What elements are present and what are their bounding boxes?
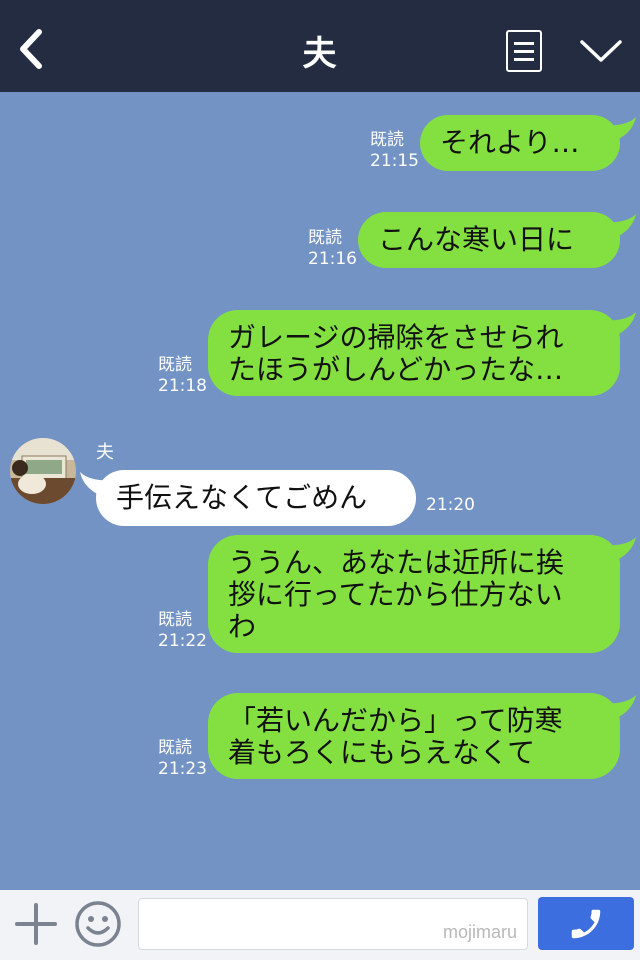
bubble-tail [80, 472, 114, 498]
my-message-bubble[interactable]: ガレージの掃除をさせられ たほうがしんどかったな… [208, 310, 636, 396]
message-input[interactable]: mojimaru [138, 898, 528, 950]
plus-icon [15, 903, 57, 945]
read-receipt: 既読 [370, 130, 404, 150]
add-button[interactable] [14, 902, 58, 946]
avatar[interactable] [10, 438, 76, 504]
message-time: 21:16 [308, 249, 357, 269]
message-time: 21:22 [158, 631, 207, 651]
my-message-bubble[interactable]: それより… [420, 115, 636, 171]
message-text: それより… [440, 126, 580, 159]
message-meta: 既読 21:23 [158, 738, 207, 780]
my-message-bubble[interactable]: 「若いんだから」って防寒 着もろくにもらえなくて [208, 693, 636, 779]
my-message-bubble[interactable]: ううん、あなたは近所に挨 拶に行ってたから仕方ない わ [208, 535, 636, 653]
menu-line [514, 50, 534, 53]
message-text: たほうがしんどかったな… [228, 353, 564, 386]
message-text: こんな寒い日に [378, 223, 575, 256]
menu-line [514, 58, 534, 61]
bubble-tail [602, 117, 636, 143]
message-time: 21:23 [158, 759, 207, 779]
message-text: ううん、あなたは近所に挨 [228, 546, 565, 579]
message-text: 手伝えなくてごめん [116, 481, 368, 514]
phone-icon [571, 909, 601, 938]
my-message-bubble[interactable]: こんな寒い日に [358, 212, 636, 268]
smiley-icon [75, 901, 121, 947]
bubble-tail [602, 537, 636, 563]
read-receipt: 既読 [158, 738, 192, 758]
bubble-tail [602, 312, 636, 338]
message-text: 「若いんだから」って防寒 [228, 704, 563, 737]
read-receipt: 既読 [158, 610, 192, 630]
their-message-bubble[interactable]: 手伝えなくてごめん [80, 470, 416, 526]
bubble-tail [602, 695, 636, 721]
message-meta: 既読 21:15 [370, 130, 419, 172]
menu-button[interactable] [506, 30, 542, 72]
message-time: 21:18 [158, 376, 207, 396]
emoji-button[interactable] [74, 900, 122, 948]
call-button[interactable] [538, 897, 634, 950]
chat-title: 夫 [302, 34, 338, 74]
sender-name: 夫 [96, 442, 114, 463]
message-time: 21:20 [426, 495, 475, 515]
message-time: 21:15 [370, 151, 419, 171]
message-meta: 既読 21:16 [308, 228, 357, 270]
read-receipt: 既読 [308, 228, 342, 248]
message-meta: 既読 21:22 [158, 610, 207, 652]
message-text: 着もろくにもらえなくて [228, 736, 536, 769]
chevron-down-icon [580, 40, 622, 62]
chat-header: 夫 [0, 0, 640, 92]
message-text: 拶に行ってたから仕方ない [228, 578, 563, 611]
message-text: ガレージの掃除をさせられ [228, 321, 564, 354]
message-meta: 既読 21:18 [158, 355, 207, 397]
watermark: mojimaru [442, 922, 517, 942]
dropdown-button[interactable] [578, 36, 624, 66]
avatar-photo [10, 438, 76, 504]
read-receipt: 既読 [158, 355, 192, 375]
message-text: わ [228, 610, 257, 643]
menu-list-icon [514, 42, 534, 45]
bubble-tail [602, 214, 636, 240]
